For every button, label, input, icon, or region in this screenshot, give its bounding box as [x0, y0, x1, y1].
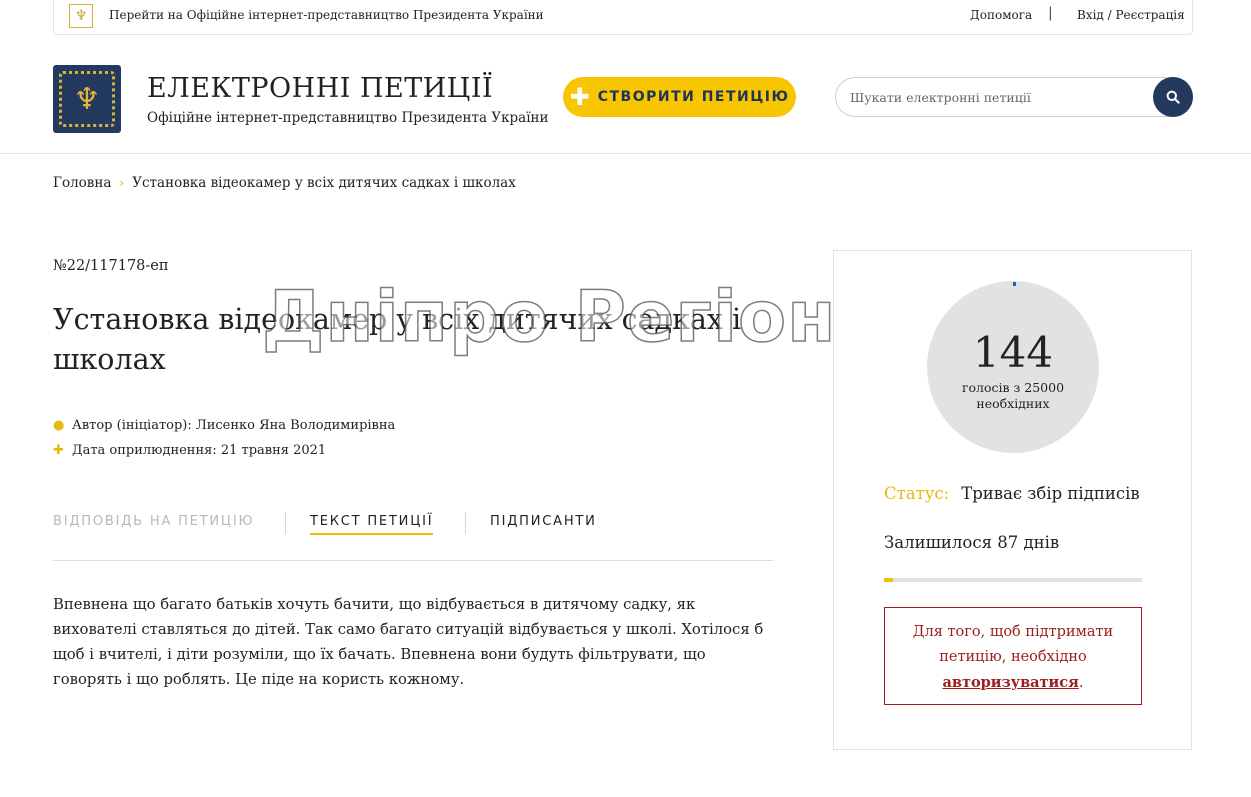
petition-number: №22/117178-еп: [53, 258, 169, 274]
breadcrumb: Головна › Установка відеокамер у всіх дитя…: [53, 175, 516, 191]
petition-tabs: ВІДПОВІДЬ НА ПЕТИЦІЮ ТЕКСТ ПЕТИЦІЇ ПІДПИ…: [53, 512, 773, 561]
status-value: Триває збір підписів: [961, 484, 1140, 503]
plus-icon: ✚: [53, 443, 64, 458]
site-title[interactable]: ЕЛЕКТРОННІ ПЕТИЦІЇ: [147, 73, 493, 104]
tab-divider: [465, 512, 466, 534]
auth-link[interactable]: авторизуватися: [943, 674, 1079, 691]
site-header: ♆ ЕЛЕКТРОННІ ПЕТИЦІЇ Офіційне інтернет-п…: [0, 35, 1251, 154]
search-box: [835, 77, 1193, 117]
site-logo[interactable]: ♆: [53, 65, 121, 133]
votes-count: 144: [972, 328, 1054, 377]
trident-icon: ♆: [73, 81, 101, 117]
progress-fill: [884, 578, 894, 582]
petition-text: Впевнена що багато батьків хочуть бачити…: [53, 596, 764, 688]
petition-title: Установка відеокамер у всіх дитячих садк…: [53, 303, 742, 376]
breadcrumb-home[interactable]: Головна: [53, 175, 111, 191]
tab-signers[interactable]: ПІДПИСАНТИ: [490, 514, 597, 529]
auth-notice: Для того, щоб підтримати петицію, необхі…: [884, 607, 1142, 705]
petition-date: ✚ Дата оприлюднення: 21 травня 2021: [53, 443, 326, 458]
votes-caption: голосів з 25000 необхідних: [927, 380, 1099, 412]
vote-panel: 144 голосів з 25000 необхідних Статус: Тр…: [833, 250, 1192, 750]
votes-of: голосів з 25000: [961, 380, 1065, 395]
votes-needed: необхідних: [976, 396, 1050, 411]
search-icon: [1166, 90, 1180, 104]
status-label: Статус:: [884, 484, 950, 503]
progress-bar: [884, 578, 1142, 582]
search-button[interactable]: [1153, 77, 1193, 117]
wreath-icon: ♆: [59, 71, 115, 127]
author-text: Автор (ініціатор): Лисенко Яна Володимир…: [72, 418, 396, 433]
search-input[interactable]: [850, 87, 1150, 107]
president-site-link[interactable]: Перейти на Офіційне інтернет-представниц…: [109, 8, 544, 22]
plus-icon: ✚: [569, 83, 590, 111]
petition-author: ● Автор (ініціатор): Лисенко Яна Володими…: [53, 418, 395, 433]
trident-icon[interactable]: ♆: [69, 4, 93, 28]
top-bar: ♆ Перейти на Офіційне інтернет-представн…: [53, 0, 1193, 35]
tab-answer[interactable]: ВІДПОВІДЬ НА ПЕТИЦІЮ: [53, 514, 254, 529]
auth-end: .: [1078, 675, 1084, 691]
chevron-right-icon: ›: [119, 176, 125, 190]
create-petition-button[interactable]: ✚ СТВОРИТИ ПЕТИЦІЮ: [563, 77, 796, 117]
topbar-separator: |: [1048, 5, 1053, 21]
login-register-link[interactable]: Вхід / Реєстрація: [1077, 8, 1185, 22]
help-link[interactable]: Допомога: [970, 8, 1032, 22]
date-text: Дата оприлюднення: 21 травня 2021: [72, 443, 327, 458]
tab-petition-text[interactable]: ТЕКСТ ПЕТИЦІЇ: [310, 514, 434, 535]
tab-divider: [285, 512, 286, 534]
auth-text: Для того, щоб підтримати петицію, необхі…: [912, 624, 1114, 665]
breadcrumb-current: Установка відеокамер у всіх дитячих садк…: [132, 175, 516, 191]
petition-status: Статус: Триває збір підписів: [884, 484, 1140, 503]
site-subtitle: Офіційне інтернет-представництво Президе…: [147, 110, 549, 126]
days-remaining: Залишилося 87 днів: [884, 533, 1060, 552]
user-icon: ●: [53, 418, 65, 433]
create-petition-label: СТВОРИТИ ПЕТИЦІЮ: [597, 89, 790, 105]
